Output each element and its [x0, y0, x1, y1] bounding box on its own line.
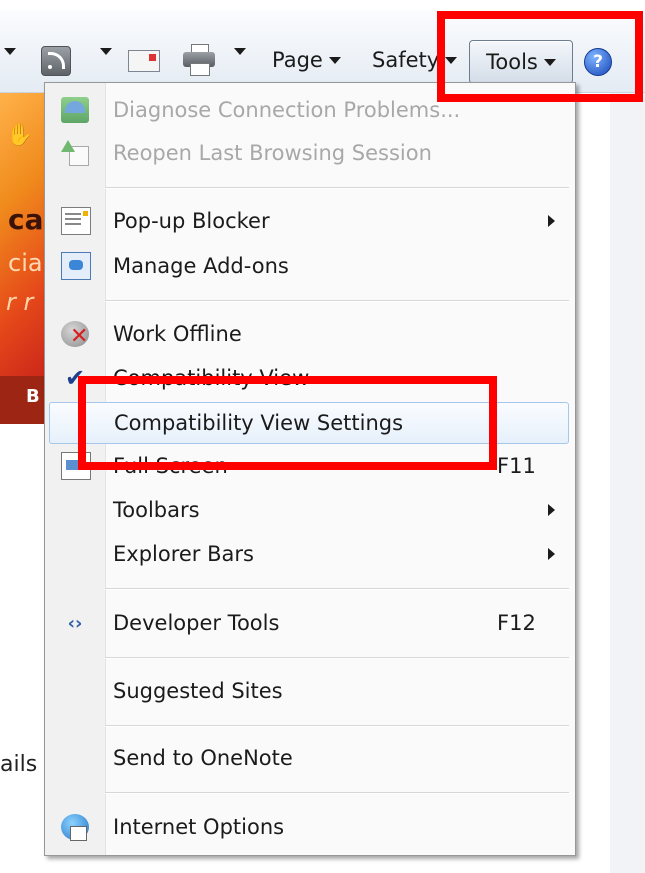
- menu-item-label: Suggested Sites: [113, 679, 283, 703]
- print-dropdown-caret[interactable]: [228, 48, 246, 55]
- page-scroll-gutter: [610, 93, 645, 873]
- submenu-arrow-icon: [548, 548, 555, 560]
- page-menu-label: Page: [272, 48, 323, 72]
- menu-item-explorer-bars[interactable]: Explorer Bars: [49, 535, 569, 573]
- menu-item-send-to-onenote[interactable]: Send to OneNote: [49, 739, 569, 777]
- developer-tools-icon: ‹›: [67, 612, 83, 634]
- menu-item-manage-addons[interactable]: Manage Add-ons: [49, 247, 569, 285]
- menu-separator: [105, 725, 569, 727]
- menu-item-label: Reopen Last Browsing Session: [113, 141, 432, 165]
- banner-glyph: ✋: [6, 123, 34, 148]
- menu-item-developer-tools[interactable]: ‹› Developer Tools F12: [49, 604, 569, 642]
- read-mail-icon[interactable]: [128, 50, 160, 72]
- menu-item-label: Send to OneNote: [113, 746, 293, 770]
- menu-item-label: Internet Options: [113, 815, 285, 839]
- manage-addons-icon: [61, 252, 91, 280]
- banner-text: ca: [8, 203, 44, 236]
- menu-item-label: Toolbars: [113, 498, 200, 522]
- popup-blocker-icon: [61, 207, 91, 235]
- menu-separator: [105, 588, 569, 590]
- submenu-arrow-icon: [548, 504, 555, 516]
- menu-separator: [105, 657, 569, 659]
- menu-item-label: Explorer Bars: [113, 542, 254, 566]
- menu-item-reopen-session[interactable]: Reopen Last Browsing Session: [49, 134, 569, 172]
- menu-item-shortcut: F12: [497, 611, 536, 635]
- home-dropdown-caret[interactable]: [4, 48, 16, 55]
- diagnose-icon: [61, 97, 89, 123]
- banner-nav-label: B: [26, 386, 40, 407]
- safety-menu-label: Safety: [372, 48, 440, 72]
- internet-options-icon: [61, 814, 89, 841]
- menu-item-label: Developer Tools: [113, 611, 280, 635]
- page-menu-button[interactable]: Page: [272, 48, 341, 72]
- menu-separator: [105, 187, 569, 189]
- reopen-session-icon: [61, 140, 89, 166]
- menu-item-shortcut: F11: [497, 454, 536, 478]
- page-text-snippet: ails: [0, 752, 38, 777]
- menu-item-suggested-sites[interactable]: Suggested Sites: [49, 672, 569, 710]
- feeds-dropdown-caret[interactable]: [94, 48, 112, 55]
- print-icon[interactable]: [183, 44, 215, 76]
- banner-text: r r: [6, 288, 34, 316]
- work-offline-icon: [61, 321, 89, 349]
- compatibility-settings-highlight-box: [78, 376, 497, 470]
- menu-item-label: Work Offline: [113, 322, 242, 346]
- menu-item-work-offline[interactable]: Work Offline: [49, 315, 569, 353]
- submenu-arrow-icon: [548, 215, 555, 227]
- banner-text: cia: [8, 249, 43, 277]
- menu-item-label: Pop-up Blocker: [113, 209, 270, 233]
- menu-item-label: Manage Add-ons: [113, 254, 289, 278]
- rss-feed-icon[interactable]: [41, 46, 71, 76]
- tools-highlight-box: [437, 11, 643, 102]
- menu-item-toolbars[interactable]: Toolbars: [49, 491, 569, 529]
- menu-separator: [105, 300, 569, 302]
- menu-item-internet-options[interactable]: Internet Options: [49, 808, 569, 846]
- menu-item-popup-blocker[interactable]: Pop-up Blocker: [49, 202, 569, 240]
- menu-item-label: Diagnose Connection Problems...: [113, 98, 461, 122]
- menu-separator: [105, 792, 569, 794]
